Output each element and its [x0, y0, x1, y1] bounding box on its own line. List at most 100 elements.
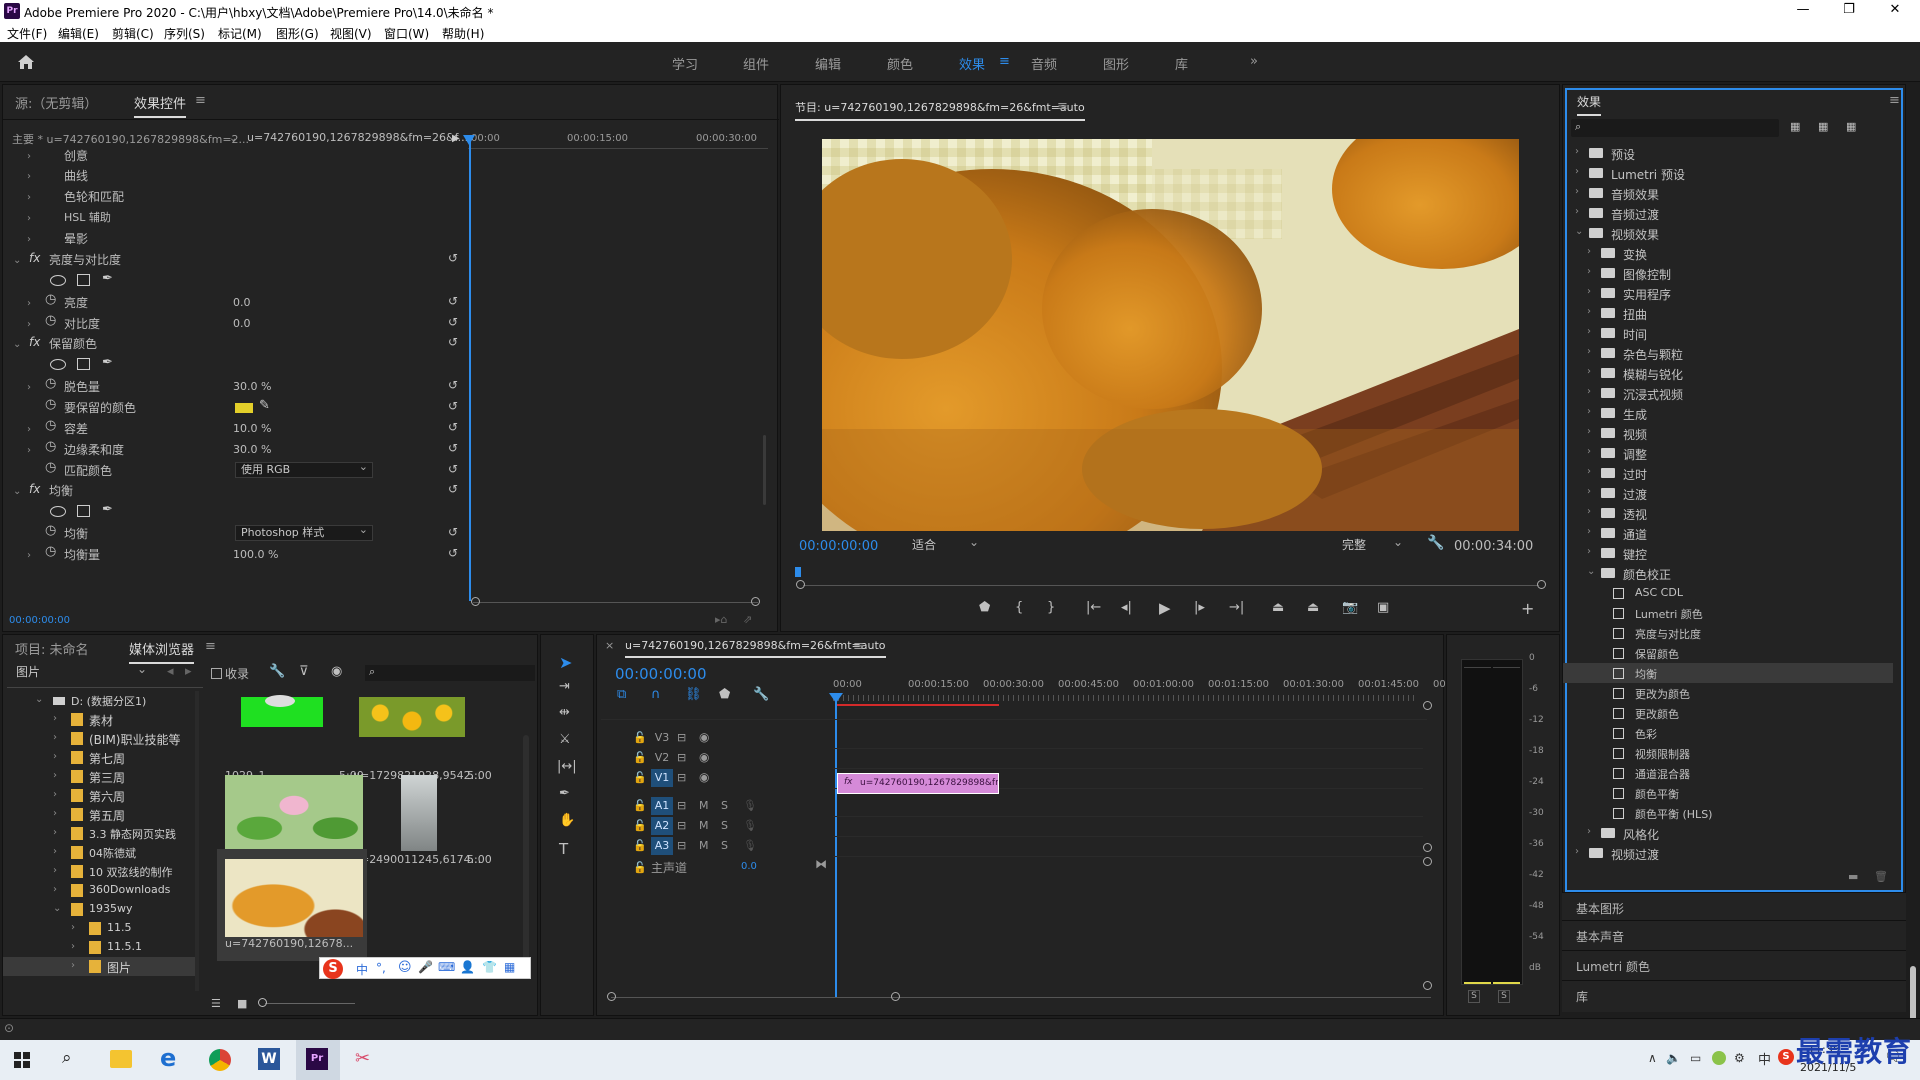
- menu-edit[interactable]: 编辑(E): [58, 25, 99, 42]
- chevron-right-icon[interactable]: ›: [53, 789, 57, 800]
- effect-item[interactable]: 颜色平衡: [1563, 783, 1893, 803]
- stopwatch-icon[interactable]: ◷: [45, 544, 56, 559]
- ec-scrollbar[interactable]: [763, 435, 766, 505]
- tray-app2-icon[interactable]: ⚙: [1734, 1051, 1745, 1065]
- step-back-icon[interactable]: ◂|: [1121, 600, 1132, 615]
- chevron-down-icon[interactable]: ⌄: [1575, 226, 1583, 237]
- sogou-tray-icon[interactable]: S: [1778, 1049, 1794, 1065]
- reset-icon[interactable]: ↺: [448, 462, 458, 476]
- windows-start-icon[interactable]: [14, 1052, 30, 1068]
- chevron-right-icon[interactable]: ›: [1587, 546, 1591, 557]
- program-playhead[interactable]: [795, 567, 801, 577]
- chevron-right-icon[interactable]: ›: [53, 751, 57, 762]
- tab-project[interactable]: 项目: 未命名: [15, 639, 89, 658]
- stopwatch-icon[interactable]: ◷: [45, 313, 56, 328]
- a-scroll-handle-top[interactable]: [1423, 857, 1432, 866]
- effect-item[interactable]: › 键控: [1563, 543, 1893, 563]
- effect-equalize[interactable]: 均衡: [49, 482, 73, 502]
- keyboard-icon[interactable]: ⌨: [438, 960, 455, 974]
- track-label-a1[interactable]: A1: [651, 797, 673, 815]
- chevron-right-icon[interactable]: ›: [1587, 446, 1591, 457]
- fx-icon[interactable]: fx: [29, 335, 40, 355]
- track-select-tool-icon[interactable]: ⇥: [559, 679, 570, 694]
- lumetri-section-wheels[interactable]: 色轮和匹配: [64, 188, 124, 208]
- param-equalize-amount-value[interactable]: 100.0 %: [233, 548, 278, 568]
- chevron-right-icon[interactable]: ›: [1587, 426, 1591, 437]
- panel-menu-icon[interactable]: ≡: [853, 639, 864, 654]
- effect-item[interactable]: › 风格化: [1563, 823, 1893, 843]
- program-monitor-title[interactable]: 节目: u=742760190,1267829898&fm=26&fmt=aut…: [795, 99, 1085, 121]
- lumetri-color-panel[interactable]: Lumetri 颜色: [1576, 958, 1650, 975]
- solo-left-button[interactable]: S: [1468, 990, 1480, 1003]
- program-video-frame[interactable]: [822, 139, 1519, 531]
- fx-icon[interactable]: fx: [29, 482, 40, 502]
- new-bin-icon[interactable]: ▬: [1848, 870, 1858, 883]
- ime-punctuation[interactable]: °,: [376, 961, 386, 975]
- chevron-right-icon[interactable]: ›: [1587, 406, 1591, 417]
- effect-item[interactable]: › Lumetri 预设: [1563, 163, 1893, 183]
- chevron-down-icon[interactable]: ⌄: [53, 903, 61, 914]
- libraries-panel[interactable]: 库: [1576, 988, 1588, 1005]
- track-label-v3[interactable]: V3: [651, 729, 673, 747]
- effect-item[interactable]: › 杂色与颗粒: [1563, 343, 1893, 363]
- effect-leave-color[interactable]: 保留颜色: [49, 335, 97, 355]
- export-frame-icon[interactable]: 📷: [1342, 600, 1358, 615]
- param-edge-softness-value[interactable]: 30.0 %: [233, 443, 271, 463]
- sync-lock-icon[interactable]: ⊟: [677, 799, 686, 812]
- yuv-effects-icon[interactable]: ▦: [1846, 120, 1856, 133]
- menu-window[interactable]: 窗口(W): [384, 25, 429, 42]
- eq-collapse-icon[interactable]: ⌄: [13, 486, 21, 497]
- folder-item[interactable]: ⌄ D: (数据分区1): [3, 691, 195, 710]
- effect-item[interactable]: 颜色平衡 (HLS): [1563, 803, 1893, 823]
- clip-name-label[interactable]: u=742760190,1267829898&fm=26&f...: [247, 131, 468, 151]
- match-colors-dropdown[interactable]: 使用 RGB: [235, 460, 373, 478]
- list-view-icon[interactable]: ☰: [211, 997, 221, 1010]
- effect-item[interactable]: › 变换: [1563, 243, 1893, 263]
- chevron-right-icon[interactable]: ›: [1575, 206, 1579, 217]
- pen-mask-icon[interactable]: ✒: [102, 355, 113, 370]
- stopwatch-icon[interactable]: ◷: [45, 439, 56, 454]
- reset-icon[interactable]: ↺: [448, 378, 458, 392]
- menu-sequence[interactable]: 序列(S): [164, 25, 205, 42]
- chevron-right-icon[interactable]: ›: [71, 941, 75, 952]
- chevron-right-icon[interactable]: ⌄: [35, 694, 43, 705]
- panel-menu-icon[interactable]: ≡: [1889, 93, 1900, 108]
- workspace-learn[interactable]: 学习: [672, 54, 698, 73]
- panel-menu-icon[interactable]: ≡: [1057, 99, 1068, 114]
- stopwatch-icon[interactable]: ◷: [45, 376, 56, 391]
- menu-help[interactable]: 帮助(H): [442, 25, 484, 42]
- reset-icon[interactable]: ↺: [448, 482, 458, 496]
- reset-icon[interactable]: ↺: [448, 315, 458, 329]
- timeline-settings-icon[interactable]: 🔧: [753, 687, 769, 702]
- reset-icon[interactable]: ↺: [448, 441, 458, 455]
- track-label-a3[interactable]: A3: [651, 837, 673, 855]
- filter-icon[interactable]: ▸⌂: [715, 613, 728, 626]
- chevron-right-icon[interactable]: ›: [1587, 826, 1591, 837]
- tab-media-browser[interactable]: 媒体浏览器: [129, 639, 195, 664]
- reset-icon[interactable]: ↺: [448, 546, 458, 560]
- maximize-button[interactable]: ❐: [1826, 0, 1872, 22]
- effect-item[interactable]: › 通道: [1563, 523, 1893, 543]
- delete-icon[interactable]: 🗑: [1874, 870, 1888, 883]
- effect-item[interactable]: › 模糊与锐化: [1563, 363, 1893, 383]
- location-dropdown[interactable]: 图片: [11, 662, 151, 681]
- param-contrast-value[interactable]: 0.0: [233, 317, 251, 337]
- time-ruler[interactable]: 00:00 00:00:15:00 00:00:30:00 00:00:45:00 00…: [833, 677, 1449, 707]
- tab-effect-controls[interactable]: 效果控件: [134, 93, 187, 118]
- file-explorer-icon[interactable]: [110, 1050, 132, 1068]
- menu-clip[interactable]: 剪辑(C): [112, 25, 154, 42]
- add-marker-icon[interactable]: ⬟: [719, 687, 730, 702]
- effect-item[interactable]: 视频限制器: [1563, 743, 1893, 763]
- chevron-right-icon[interactable]: ›: [1587, 346, 1591, 357]
- master-dropdown-icon[interactable]: ⌄: [229, 133, 237, 144]
- stopwatch-icon[interactable]: ◷: [45, 292, 56, 307]
- chevron-right-icon[interactable]: ›: [53, 770, 57, 781]
- ec-timecode[interactable]: 00:00:00:00: [9, 615, 70, 626]
- eye-icon[interactable]: ◉: [699, 730, 709, 744]
- effect-item[interactable]: 亮度与对比度: [1563, 623, 1893, 643]
- razor-tool-icon[interactable]: ⚔: [559, 732, 571, 747]
- 32bit-effects-icon[interactable]: ▦: [1818, 120, 1828, 133]
- master-end-icon[interactable]: ⧓: [815, 857, 827, 871]
- folder-item[interactable]: › 11.5: [3, 919, 195, 938]
- ime-toolbar[interactable]: S 中 °, ☺ 🎤 ⌨ 👤 👕 ▦: [319, 957, 531, 979]
